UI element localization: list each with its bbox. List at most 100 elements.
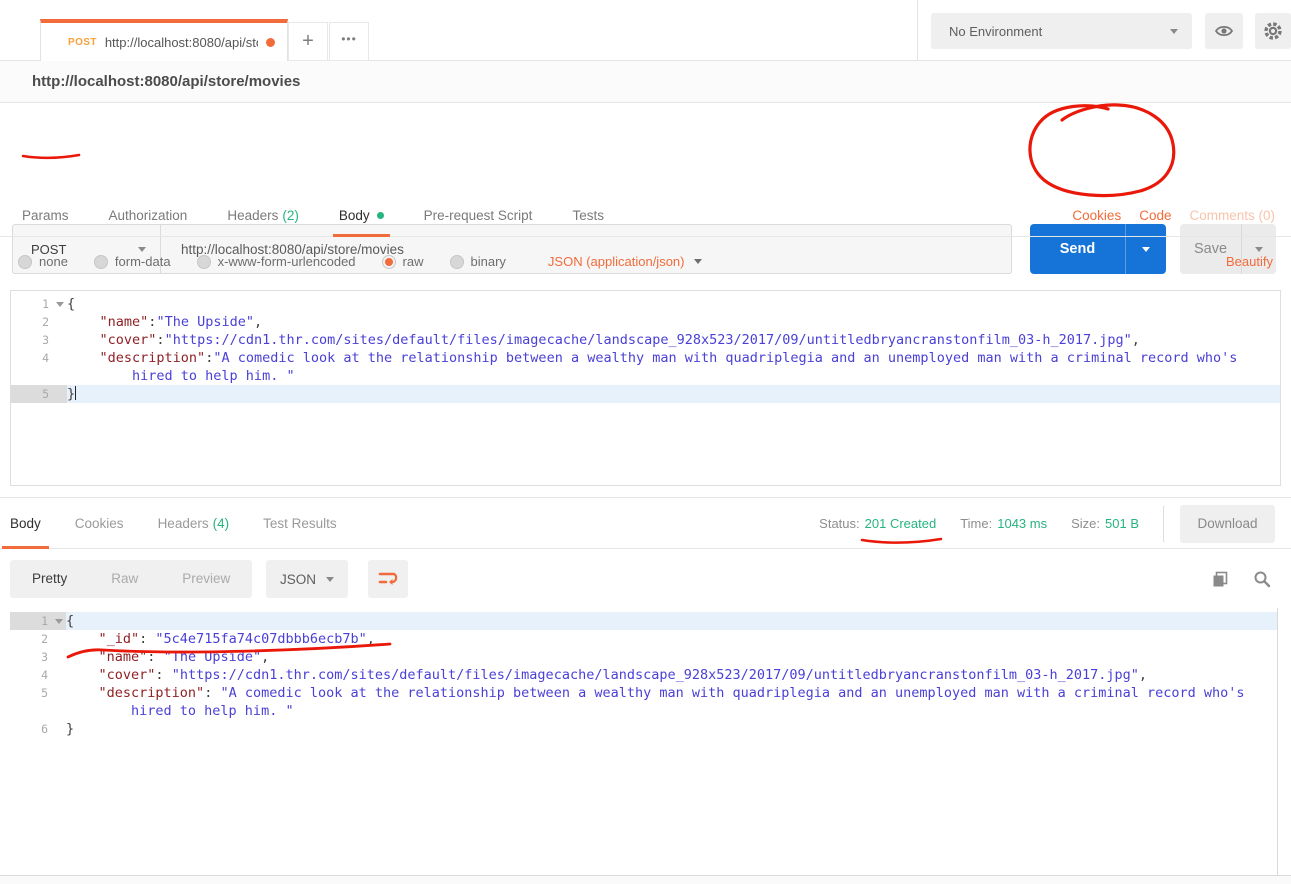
bottom-scrollbar-strip[interactable] <box>0 875 1291 884</box>
tab-url-label: http://localhost:8080/api/store/ <box>105 35 258 50</box>
new-tab-button[interactable]: + <box>288 22 328 61</box>
editor-wrap-row[interactable]: hired to help him. " <box>10 702 1277 720</box>
editor-line[interactable]: 4 "description":"A comedic look at the r… <box>11 349 1280 367</box>
editor-line[interactable]: 5} <box>11 385 1280 403</box>
radio-icon[interactable] <box>18 255 32 269</box>
editor-gutter: 3 <box>10 648 66 666</box>
editor-line[interactable]: 1{ <box>10 612 1277 630</box>
radio-selected-icon[interactable] <box>382 255 396 269</box>
editor-line[interactable]: 3 "cover":"https://cdn1.thr.com/sites/de… <box>11 331 1280 349</box>
time-badge: Time: 1043 ms <box>960 516 1047 531</box>
fold-caret-icon[interactable] <box>52 619 66 624</box>
tab-headers[interactable]: Headers(2) <box>227 195 299 236</box>
view-pretty[interactable]: Pretty <box>10 560 89 598</box>
response-tab-body[interactable]: Body <box>10 498 41 549</box>
response-view-switcher: Pretty Raw Preview <box>10 560 252 598</box>
fold-caret-icon[interactable] <box>53 302 67 307</box>
search-icon[interactable] <box>1253 570 1271 588</box>
mode-raw[interactable]: raw <box>382 254 424 269</box>
body-mode-row: none form-data x-www-form-urlencoded raw… <box>0 237 1291 286</box>
view-preview[interactable]: Preview <box>160 560 252 598</box>
meta-divider <box>1163 506 1164 542</box>
gear-icon <box>1262 20 1284 42</box>
mode-binary[interactable]: binary <box>450 254 506 269</box>
editor-gutter: 6 <box>10 720 66 738</box>
content-type-selector[interactable]: JSON (application/json) <box>548 254 703 269</box>
code-link[interactable]: Code <box>1139 208 1171 223</box>
editor-gutter <box>11 367 67 385</box>
environment-selector[interactable]: No Environment <box>931 13 1192 49</box>
scrollbar-track[interactable] <box>1277 608 1278 875</box>
beautify-link[interactable]: Beautify <box>1226 254 1273 269</box>
cookies-link[interactable]: Cookies <box>1072 208 1121 223</box>
tab-pre-request-script[interactable]: Pre-request Script <box>424 195 533 236</box>
radio-icon[interactable] <box>94 255 108 269</box>
tab-authorization[interactable]: Authorization <box>109 195 188 236</box>
size-badge: Size: 501 B <box>1071 516 1139 531</box>
environment-label: No Environment <box>949 24 1170 39</box>
request-tab[interactable]: POST http://localhost:8080/api/store/ <box>40 19 288 61</box>
request-title-bar: http://localhost:8080/api/store/movies <box>0 61 1291 103</box>
copy-icon[interactable] <box>1211 570 1229 588</box>
editor-gutter: 2 <box>10 630 66 648</box>
postman-window: POST http://localhost:8080/api/store/ + … <box>0 0 1291 884</box>
editor-gutter: 4 <box>10 666 66 684</box>
header-divider <box>917 0 918 60</box>
environment-quick-look-button[interactable] <box>1205 13 1243 49</box>
radio-icon[interactable] <box>450 255 464 269</box>
response-tab-cookies[interactable]: Cookies <box>75 498 124 549</box>
editor-line[interactable]: 2 "name":"The Upside", <box>11 313 1280 331</box>
editor-gutter: 3 <box>11 331 67 349</box>
response-header-row: Body Cookies Headers(4) Test Results Sta… <box>0 497 1291 549</box>
tab-body[interactable]: Body <box>339 195 384 236</box>
wrap-lines-icon <box>378 570 398 588</box>
editor-gutter: 4 <box>11 349 67 367</box>
request-title: http://localhost:8080/api/store/movies <box>32 73 300 90</box>
editor-gutter: 1 <box>11 295 67 313</box>
wrap-lines-button[interactable] <box>368 560 408 598</box>
chevron-down-icon <box>1170 29 1178 34</box>
tab-params[interactable]: Params <box>22 195 69 236</box>
tab-options-button[interactable]: ••• <box>329 22 369 61</box>
response-body-viewer[interactable]: 1{2 "_id": "5c4e715fa74c07dbbb6ecb7b",3 … <box>10 608 1277 875</box>
settings-button[interactable] <box>1255 13 1291 49</box>
unsaved-changes-dot-icon <box>266 38 275 47</box>
editor-line[interactable]: 1{ <box>11 295 1280 313</box>
top-tab-bar: POST http://localhost:8080/api/store/ + … <box>0 0 1291 61</box>
body-has-content-dot-icon <box>377 212 384 219</box>
request-body-editor[interactable]: 1{2 "name":"The Upside",3 "cover":"https… <box>10 290 1281 486</box>
request-tabs-row: Params Authorization Headers(2) Body Pre… <box>0 195 1291 237</box>
editor-gutter <box>10 702 66 720</box>
editor-line[interactable]: 2 "_id": "5c4e715fa74c07dbbb6ecb7b", <box>10 630 1277 648</box>
editor-gutter: 2 <box>11 313 67 331</box>
chevron-down-icon <box>326 577 334 582</box>
radio-icon[interactable] <box>197 255 211 269</box>
editor-line[interactable]: 5 "description": "A comedic look at the … <box>10 684 1277 702</box>
response-meta: Status: 201 Created Time: 1043 ms Size: … <box>819 498 1275 549</box>
request-links: Cookies Code Comments (0) <box>1072 195 1275 236</box>
request-builder-row: POST http://localhost:8080/api/store/mov… <box>0 103 1291 195</box>
text-cursor <box>75 386 76 400</box>
response-tab-test-results[interactable]: Test Results <box>263 498 337 549</box>
editor-line[interactable]: 4 "cover": "https://cdn1.thr.com/sites/d… <box>10 666 1277 684</box>
editor-wrap-row[interactable]: hired to help him. " <box>11 367 1280 385</box>
editor-gutter: 1 <box>10 612 66 630</box>
download-button[interactable]: Download <box>1180 505 1275 543</box>
response-tab-headers[interactable]: Headers(4) <box>158 498 230 549</box>
mode-form-data[interactable]: form-data <box>94 254 171 269</box>
chevron-down-icon <box>694 259 702 264</box>
status-badge: Status: 201 Created <box>819 516 936 531</box>
editor-line[interactable]: 3 "name": "The Upside", <box>10 648 1277 666</box>
editor-gutter: 5 <box>10 684 66 702</box>
tab-method-label: POST <box>68 37 97 48</box>
comments-link[interactable]: Comments (0) <box>1189 208 1275 223</box>
view-raw[interactable]: Raw <box>89 560 160 598</box>
editor-line[interactable]: 6} <box>10 720 1277 738</box>
mode-x-www-form-urlencoded[interactable]: x-www-form-urlencoded <box>197 254 356 269</box>
eye-icon <box>1214 23 1234 39</box>
tab-tests[interactable]: Tests <box>572 195 604 236</box>
response-format-selector[interactable]: JSON <box>266 560 348 598</box>
response-tabs: Body Cookies Headers(4) Test Results <box>10 498 371 549</box>
editor-gutter: 5 <box>11 385 67 403</box>
mode-none[interactable]: none <box>18 254 68 269</box>
